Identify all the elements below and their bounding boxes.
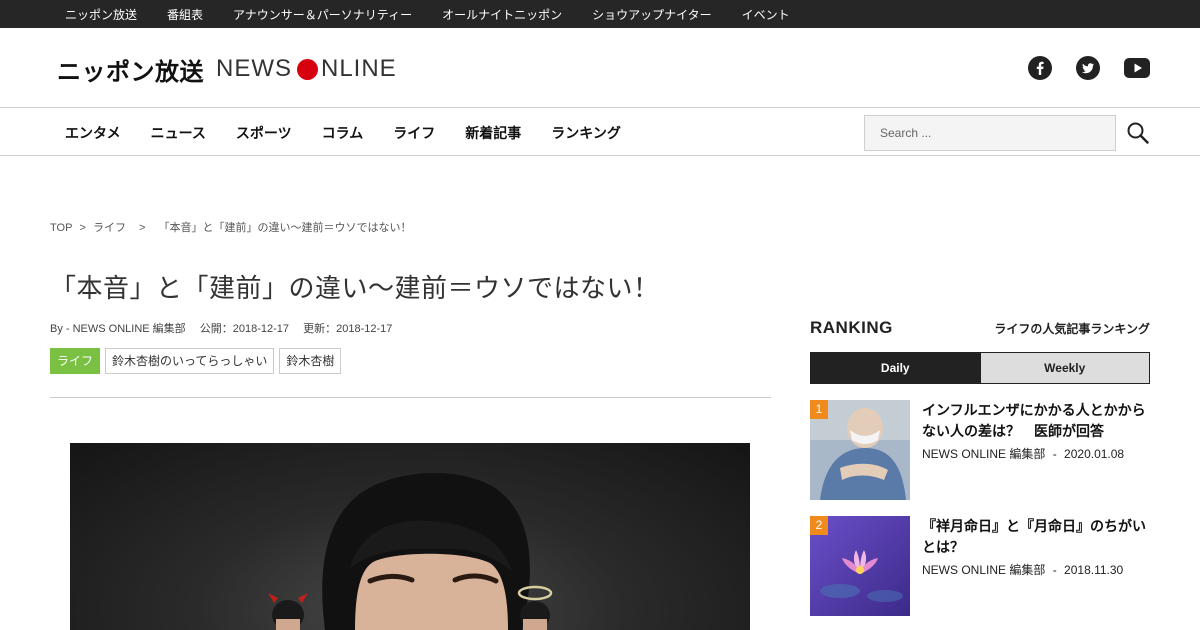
ranking-item-meta: NEWS ONLINE 編集部 - 2020.01.08 <box>922 445 1150 462</box>
network-link-event[interactable]: イベント <box>742 6 790 23</box>
ranking-text: インフルエンザにかかる人とかからない人の差は？ 医師が回答 NEWS ONLIN… <box>922 400 1150 462</box>
nav-item-column[interactable]: コラム <box>322 123 364 143</box>
article-hero-image <box>70 443 750 630</box>
ranking-item-meta: NEWS ONLINE 編集部 - 2018.11.30 <box>922 561 1150 578</box>
network-link-bangumihyo[interactable]: 番組表 <box>167 6 203 23</box>
article-tags: ライフ 鈴木杏樹のいってらっしゃい 鈴木杏樹 <box>50 348 346 374</box>
breadcrumb-top[interactable]: TOP <box>50 222 72 234</box>
ranking-title: RANKING <box>810 318 893 337</box>
ranking-header: RANKING ライフの人気記事ランキング <box>810 318 1150 338</box>
breadcrumb-separator: > <box>139 222 146 234</box>
breadcrumb: TOP > ライフ > 「本音」と「建前」の違い～建前＝ウソではない！ <box>50 219 416 235</box>
ranking-number: 1 <box>810 400 828 419</box>
nav-item-ranking[interactable]: ランキング <box>551 123 621 143</box>
network-link-announcer[interactable]: アナウンサー＆パーソナリティー <box>233 6 412 23</box>
tag-program[interactable]: 鈴木杏樹のいってらっしゃい <box>105 348 275 374</box>
tab-daily[interactable]: Daily <box>811 353 980 383</box>
tag-person[interactable]: 鈴木杏樹 <box>279 348 342 374</box>
ranking-item[interactable]: 2 『祥月命日』と『月命日』のちがいとは？ NEWS ONLINE 編集部 - … <box>810 516 1150 616</box>
twitter-icon[interactable] <box>1076 56 1100 80</box>
site-header: ニッポン放送 NEWS NLINE <box>0 28 1200 108</box>
youtube-icon[interactable] <box>1124 56 1150 80</box>
ranking-thumbnail[interactable]: 1 <box>810 400 910 500</box>
ranking-item-date: 2020.01.08 <box>1064 447 1125 461</box>
search-icon[interactable] <box>1127 122 1149 144</box>
network-bar: ニッポン放送 番組表 アナウンサー＆パーソナリティー オールナイトニッポン ショ… <box>0 0 1200 28</box>
logo-en-text: NEWS NLINE <box>216 55 397 83</box>
logo-en-part1: NEWS <box>216 55 292 82</box>
ranking-item-sep: - <box>1052 447 1057 461</box>
article-published-date: 公開：2018-12-17 <box>199 323 290 335</box>
ranking-number: 2 <box>810 516 828 535</box>
ranking-thumbnail[interactable]: 2 <box>810 516 910 616</box>
hero-illustration <box>268 473 553 630</box>
ranking-text: 『祥月命日』と『月命日』のちがいとは？ NEWS ONLINE 編集部 - 20… <box>922 516 1150 578</box>
ranking-tabs: Daily Weekly <box>810 352 1150 384</box>
nav-item-entame[interactable]: エンタメ <box>65 123 121 143</box>
tab-weekly[interactable]: Weekly <box>979 353 1149 383</box>
article-title: 「本音」と「建前」の違い～建前＝ウソではない！ <box>50 273 660 303</box>
nav-item-sports[interactable]: スポーツ <box>236 123 292 143</box>
ranking-item-author: NEWS ONLINE 編集部 <box>922 447 1046 461</box>
nav-item-life[interactable]: ライフ <box>393 123 435 143</box>
site-logo[interactable]: ニッポン放送 NEWS NLINE <box>57 54 397 86</box>
tag-category-life[interactable]: ライフ <box>50 348 101 374</box>
breadcrumb-current: 「本音」と「建前」の違い～建前＝ウソではない！ <box>158 222 412 234</box>
breadcrumb-category[interactable]: ライフ <box>93 222 126 234</box>
ranking-item-title[interactable]: 『祥月命日』と『月命日』のちがいとは？ <box>922 516 1150 558</box>
logo-jp-text: ニッポン放送 <box>57 58 204 86</box>
ranking-item[interactable]: 1 インフルエンザにかかる人とかからない人の差は？ 医師が回答 NEWS ONL… <box>810 400 1150 500</box>
ranking-item-title[interactable]: インフルエンザにかかる人とかからない人の差は？ 医師が回答 <box>922 400 1150 442</box>
network-link-nipponhoso[interactable]: ニッポン放送 <box>65 6 137 23</box>
ranking-item-date: 2018.11.30 <box>1064 563 1124 577</box>
breadcrumb-separator: > <box>79 222 86 234</box>
article-updated-date: 更新：2018-12-17 <box>303 323 393 335</box>
nav-item-news[interactable]: ニュース <box>151 123 206 143</box>
search-input[interactable] <box>864 115 1116 151</box>
nav-item-latest[interactable]: 新着記事 <box>465 123 521 143</box>
network-link-showupnighter[interactable]: ショウアップナイター <box>592 6 712 23</box>
global-nav: エンタメ ニュース スポーツ コラム ライフ 新着記事 ランキング <box>0 109 1200 156</box>
divider <box>50 397 771 398</box>
ranking-subtitle: ライフの人気記事ランキング <box>994 322 1150 336</box>
social-links <box>1004 56 1150 80</box>
network-link-allnightnippon[interactable]: オールナイトニッポン <box>442 6 562 23</box>
ranking-item-sep: - <box>1052 563 1057 577</box>
logo-red-dot-icon <box>297 58 318 80</box>
article-author: By - NEWS ONLINE 編集部 <box>50 323 186 335</box>
article-meta: By - NEWS ONLINE 編集部 公開：2018-12-17 更新：20… <box>50 320 403 336</box>
logo-en-part2: NLINE <box>321 55 397 82</box>
ranking-item-author: NEWS ONLINE 編集部 <box>922 563 1046 577</box>
facebook-icon[interactable] <box>1028 56 1052 80</box>
